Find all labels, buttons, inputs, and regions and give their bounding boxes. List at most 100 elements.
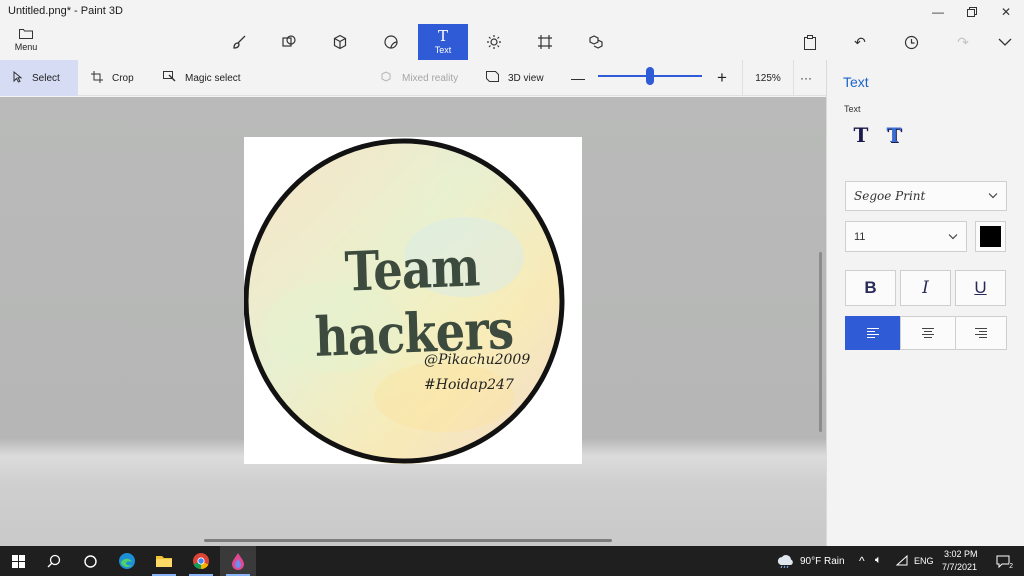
folder-icon [6, 28, 46, 41]
tool-3d-library[interactable] [571, 24, 621, 60]
font-size-dropdown[interactable]: 11 [845, 221, 967, 252]
history-button[interactable] [891, 24, 931, 60]
tool-brushes[interactable] [214, 24, 264, 60]
expand-ribbon-button[interactable] [985, 24, 1024, 60]
start-button[interactable] [0, 546, 36, 576]
text-properties-panel: Text Text T T Segoe Print 11 B I U [826, 60, 1024, 546]
weather-icon[interactable] [776, 555, 794, 571]
align-center-button[interactable] [900, 316, 956, 350]
more-options-button[interactable]: ··· [800, 60, 812, 96]
paste-button[interactable] [790, 24, 830, 60]
close-button[interactable]: ✕ [989, 0, 1023, 24]
restore-icon [967, 7, 977, 17]
paint-3d-app[interactable] [220, 546, 256, 576]
redo-icon: ↷ [957, 33, 969, 50]
tool-options-bar: Select Crop Magic select Mixed reality 3… [0, 60, 826, 96]
3d-text-icon: T [886, 123, 902, 147]
tool-stickers[interactable] [366, 24, 416, 60]
align-center-icon [922, 326, 934, 340]
3d-library-icon [589, 35, 603, 49]
redo-button[interactable]: ↷ [943, 24, 983, 60]
chevron-down-icon [988, 191, 998, 202]
crop-button[interactable]: Crop [91, 60, 134, 96]
horizontal-scrollbar[interactable] [204, 539, 612, 542]
font-family-dropdown[interactable]: Segoe Print [845, 181, 1007, 211]
file-explorer-app[interactable] [146, 546, 182, 576]
zoom-slider-thumb[interactable] [646, 67, 654, 85]
mixed-reality-button[interactable]: Mixed reality [381, 60, 458, 96]
select-button[interactable]: Select [0, 60, 78, 96]
chevron-up-icon[interactable]: ^ [859, 554, 865, 568]
2d-shapes-icon [282, 35, 296, 47]
task-view-button[interactable] [72, 546, 108, 576]
menu-button[interactable]: Menu [6, 26, 46, 58]
zoom-percentage[interactable]: 125% [742, 60, 794, 96]
3d-view-icon [486, 71, 499, 85]
language-indicator[interactable]: ENG [914, 556, 934, 566]
search-icon [47, 554, 61, 568]
3d-view-button[interactable]: 3D view [486, 60, 544, 96]
taskbar: 90°F Rain ^ 🔈︎ ENG 3:02 PM 7/7/2021 2 [0, 546, 1024, 576]
chrome-app[interactable] [183, 546, 219, 576]
panel-subtitle: Text [844, 104, 861, 114]
windows-icon [11, 554, 25, 568]
clock-time[interactable]: 3:02 PM [944, 549, 978, 559]
zoom-out-button[interactable]: — [571, 60, 585, 96]
close-icon: ✕ [1000, 5, 1012, 19]
paint-3d-window: Untitled.png* - Paint 3D — ✕ Menu T Text… [0, 0, 1024, 576]
font-size-value: 11 [854, 230, 866, 243]
undo-button[interactable]: ↶ [840, 24, 880, 60]
zoom-in-button[interactable]: + [717, 60, 727, 96]
3d-text-button[interactable]: T [881, 122, 907, 148]
vertical-scrollbar[interactable] [819, 252, 822, 432]
tool-3d-shapes[interactable] [315, 24, 365, 60]
edge-app[interactable] [109, 546, 145, 576]
notifications-button[interactable]: 2 [988, 546, 1018, 576]
image-handle-text: @Pikachu2009 [424, 352, 531, 368]
minus-icon: — [571, 70, 585, 86]
undo-icon: ↶ [854, 33, 866, 50]
mixed-reality-label: Mixed reality [402, 72, 459, 84]
menu-label: Menu [14, 42, 38, 52]
minimize-button[interactable]: — [921, 0, 955, 24]
tool-text[interactable]: T Text [418, 24, 468, 60]
magic-select-button[interactable]: Magic select [163, 60, 241, 96]
search-button[interactable] [36, 546, 72, 576]
align-left-button[interactable] [845, 316, 901, 350]
image-title-text: Team hackers [313, 234, 515, 369]
plus-icon: + [717, 68, 727, 87]
chevron-down-icon [948, 231, 958, 242]
brush-icon [233, 35, 246, 49]
font-family-value: Segoe Print [854, 189, 926, 203]
3d-shapes-icon [333, 34, 347, 50]
text-color-picker[interactable] [975, 221, 1006, 252]
align-right-icon [975, 326, 987, 340]
underline-button[interactable]: U [955, 270, 1006, 306]
canvas-image[interactable]: Team hackers @Pikachu2009 #Hoidap247 [244, 137, 582, 464]
paint-3d-icon [232, 553, 244, 570]
align-right-button[interactable] [955, 316, 1007, 350]
volume-icon[interactable]: 🔈︎ [875, 554, 882, 567]
crop-icon [91, 70, 103, 86]
notification-count: 2 [1009, 563, 1013, 570]
italic-icon: I [922, 278, 929, 298]
weather-text[interactable]: 90°F Rain [800, 556, 845, 567]
bold-button[interactable]: B [845, 270, 896, 306]
italic-button[interactable]: I [900, 270, 951, 306]
2d-text-button[interactable]: T [848, 122, 874, 148]
bold-icon: B [864, 278, 877, 297]
network-icon[interactable] [895, 554, 908, 569]
tool-2d-shapes[interactable] [264, 24, 314, 60]
title-bar: Untitled.png* - Paint 3D — ✕ [0, 0, 1024, 24]
clock-date[interactable]: 7/7/2021 [942, 562, 977, 572]
history-icon [904, 35, 918, 49]
2d-text-icon: T [853, 123, 869, 147]
restore-button[interactable] [955, 0, 989, 24]
ribbon: Menu T Text ↶ ↷ [0, 24, 1024, 60]
minimize-icon: — [932, 5, 944, 19]
panel-title: Text [843, 74, 869, 90]
cursor-icon [13, 70, 23, 86]
canvas-icon [538, 35, 552, 49]
tool-effects[interactable] [469, 24, 519, 60]
tool-canvas[interactable] [520, 24, 570, 60]
